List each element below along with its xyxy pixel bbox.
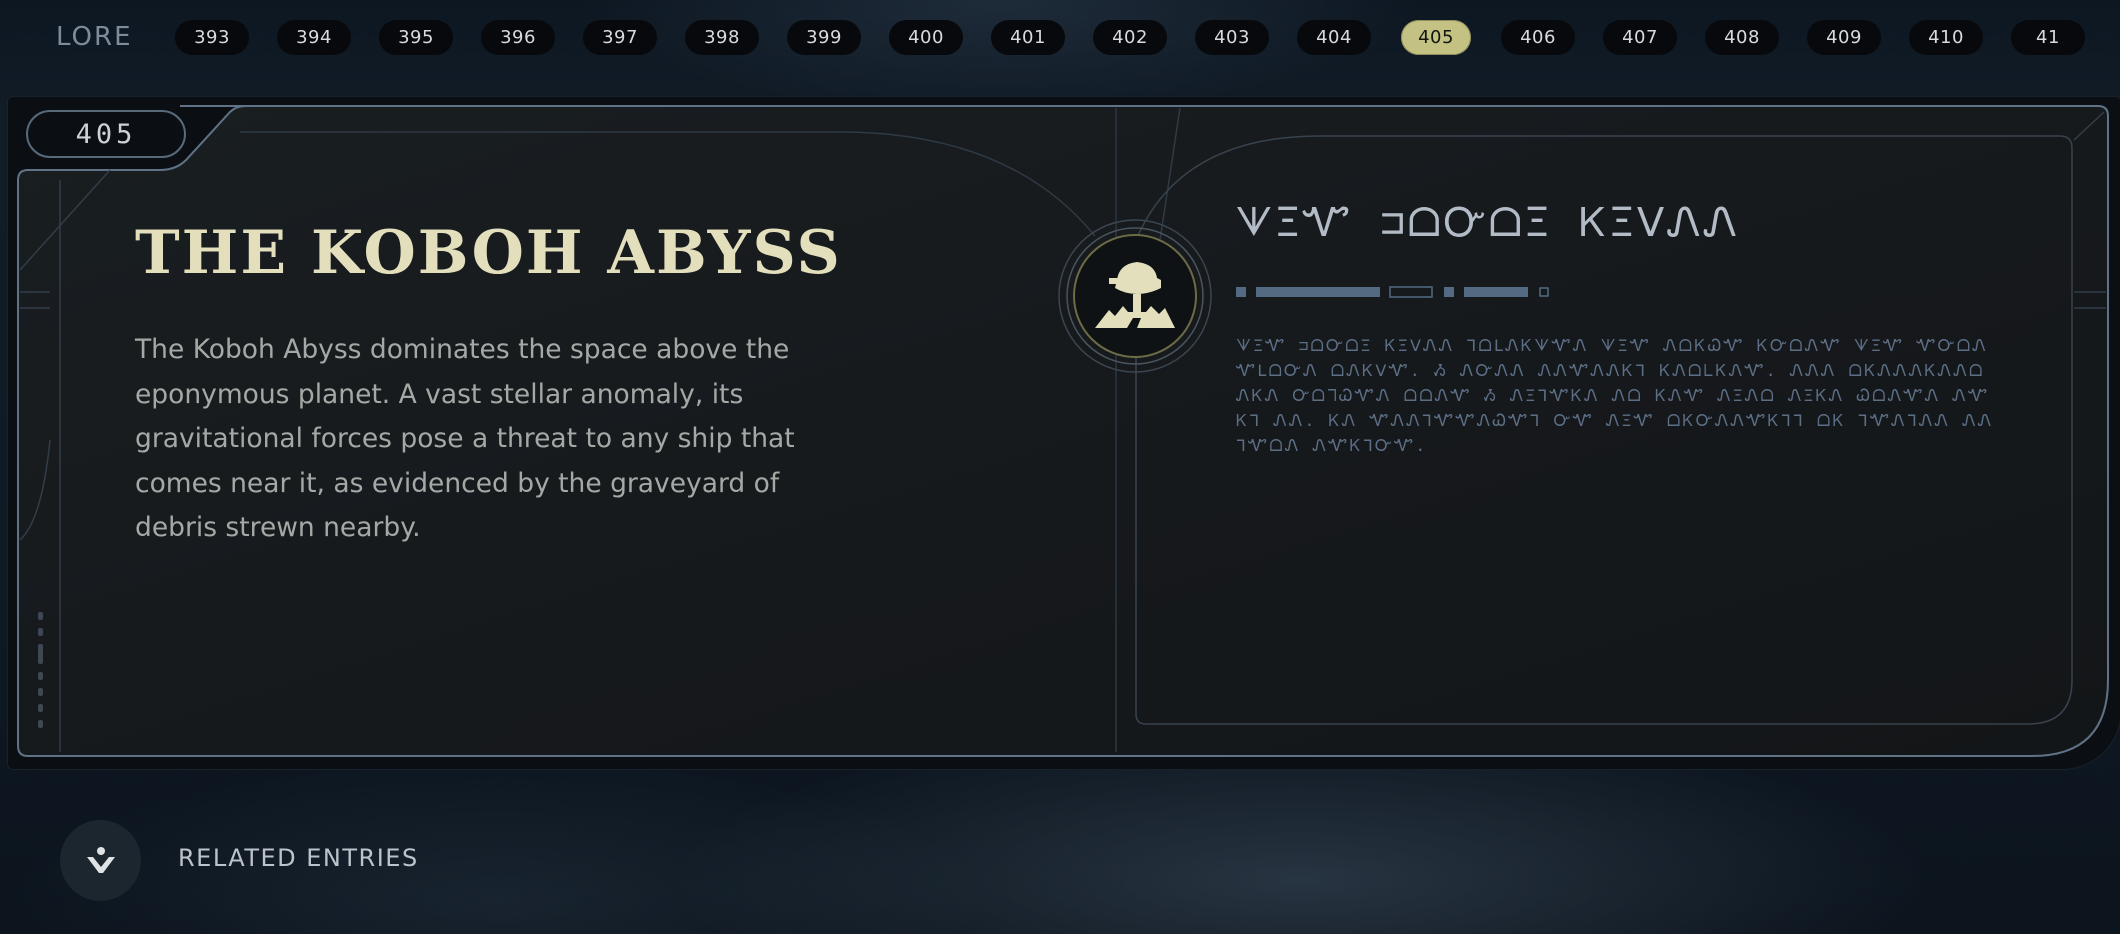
koboh-abyss-emblem-icon	[1057, 218, 1213, 374]
related-entries-label[interactable]: RELATED ENTRIES	[178, 844, 419, 872]
aurebesh-heading: ᗐΞᏉ ⊐ᗝᏅᗝΞ ᏦΞᐯᏁᏁ	[1235, 200, 1740, 246]
entry-title: THE KOBOH ABYSS	[135, 218, 842, 288]
aurebesh-body-text: ᗐΞᏉ ⊐ᗝᏅᗝΞ ᏦΞᐯᏁᏁ ᒣᗝᒪᏁᏦᗐᏉᏁ ᗐΞᏉ ᏁᗝᏦᏇᏉ ᏦᏅᗝᏁᏉ…	[1236, 336, 1994, 455]
entry-number-badge: 405	[26, 110, 186, 158]
entry-description: The Koboh Abyss dominates the space abov…	[135, 334, 795, 543]
related-entries-icon	[86, 846, 115, 873]
related-entries-button[interactable]	[60, 820, 141, 901]
